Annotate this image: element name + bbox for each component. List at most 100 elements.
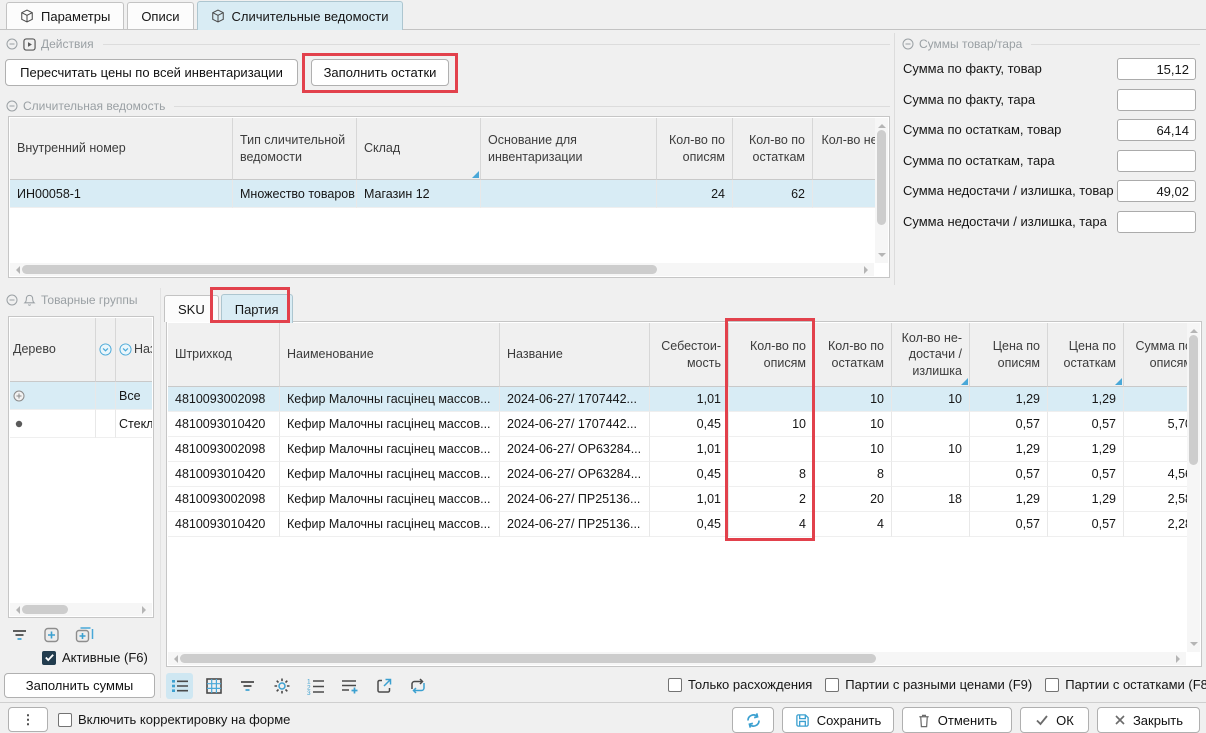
splitter[interactable]: [894, 33, 895, 285]
scroll-left-icon[interactable]: [170, 655, 178, 663]
detail-filter-checkbox-0[interactable]: Только расхождения: [668, 677, 812, 692]
scroll-thumb[interactable]: [1189, 335, 1198, 465]
tree-hscrollbar[interactable]: [10, 603, 152, 616]
scroll-thumb[interactable]: [22, 265, 657, 274]
statement-column-header[interactable]: Кол-во по описям: [657, 118, 733, 180]
refresh-button[interactable]: [732, 707, 774, 733]
detail-column-header[interactable]: Сумма по описям: [1124, 323, 1187, 387]
loop-toolbar-button[interactable]: [404, 673, 431, 699]
statement-hscrollbar[interactable]: [10, 263, 874, 276]
statement-column-header[interactable]: Кол-во по остаткам: [733, 118, 813, 180]
fill-remainders-button[interactable]: Заполнить остатки: [311, 59, 449, 86]
sum-field-input[interactable]: [1117, 150, 1196, 172]
collapse-icon[interactable]: [6, 38, 18, 50]
checkbox[interactable]: [668, 678, 682, 692]
statement-column-header[interactable]: Основание для инвентаризации: [481, 118, 657, 180]
detail-column-header[interactable]: Название: [500, 323, 650, 387]
statement-column-header[interactable]: Кол-во не-достачи / излишка: [813, 118, 875, 180]
gear-toolbar-button[interactable]: [268, 673, 295, 699]
refresh-icon: [745, 712, 762, 729]
main-tab-1[interactable]: Описи: [127, 2, 193, 29]
tree-row[interactable]: Стекло: [10, 410, 152, 438]
splitter[interactable]: [160, 288, 161, 698]
scroll-thumb[interactable]: [877, 130, 886, 225]
detail-vscrollbar[interactable]: [1187, 323, 1200, 652]
tree-column-tree[interactable]: Дерево: [10, 318, 96, 382]
main-tab-2[interactable]: Сличительные ведомости: [197, 1, 403, 30]
close-button[interactable]: Закрыть: [1097, 707, 1200, 733]
detail-row[interactable]: 4810093010420Кефир Малочны гасцінец масс…: [168, 462, 1187, 487]
statement-vscrollbar[interactable]: [875, 118, 888, 263]
recalc-prices-button[interactable]: Пересчитать цены по всей инвентаризации: [5, 59, 298, 86]
tree-column-sort[interactable]: [96, 318, 116, 382]
tree-cell-toggle[interactable]: [10, 382, 96, 410]
filter-icon[interactable]: [10, 626, 29, 644]
checkbox[interactable]: [1045, 678, 1059, 692]
detail-row[interactable]: 4810093010420Кефир Малочны гасцінец масс…: [168, 412, 1187, 437]
detail-column-header[interactable]: Цена по остаткам: [1048, 323, 1124, 387]
detail-column-header[interactable]: Кол-во по остаткам: [814, 323, 892, 387]
fill-sums-button[interactable]: Заполнить суммы: [4, 673, 155, 698]
scroll-right-icon[interactable]: [1176, 655, 1184, 663]
statement-row[interactable]: ИН00058-1Множество товаровМагазин 122462…: [10, 180, 875, 208]
collapse-icon[interactable]: [6, 100, 18, 112]
listadd-toolbar-button[interactable]: [336, 673, 363, 699]
scroll-right-icon[interactable]: [142, 606, 150, 614]
menu-button[interactable]: ⋮: [8, 707, 48, 732]
checkbox[interactable]: [58, 713, 72, 727]
tree-cell-toggle[interactable]: [10, 410, 96, 438]
detail-column-header[interactable]: Цена по описям: [970, 323, 1048, 387]
detail-column-header[interactable]: Наименование: [280, 323, 500, 387]
detail-filter-checkbox-2[interactable]: Партии с остатками (F8): [1045, 677, 1206, 692]
numlist-toolbar-button[interactable]: 123: [302, 673, 329, 699]
scroll-down-icon[interactable]: [878, 253, 886, 261]
detail-column-header[interactable]: Кол-во по описям: [729, 323, 814, 387]
detail-row[interactable]: 4810093002098Кефир Малочны гасцінец масс…: [168, 487, 1187, 512]
checkbox[interactable]: [825, 678, 839, 692]
detail-column-header[interactable]: Штрихкод: [168, 323, 280, 387]
scroll-thumb[interactable]: [22, 605, 68, 614]
scroll-left-icon[interactable]: [12, 606, 20, 614]
scroll-left-icon[interactable]: [12, 266, 20, 274]
cancel-button[interactable]: Отменить: [902, 707, 1012, 733]
collapse-icon[interactable]: [6, 294, 18, 306]
detail-tab-1[interactable]: Партия: [221, 294, 293, 323]
tree-row[interactable]: Все: [10, 382, 152, 410]
expand-all-icon[interactable]: [74, 626, 95, 644]
detail-tab-0[interactable]: SKU: [164, 295, 219, 322]
statement-column-header[interactable]: Склад: [357, 118, 481, 180]
detail-hscrollbar[interactable]: [168, 652, 1186, 665]
adjust-on-form-checkbox[interactable]: Включить корректировку на форме: [58, 712, 290, 727]
play-icon[interactable]: [23, 38, 36, 51]
sum-field-input[interactable]: 64,14: [1117, 119, 1196, 141]
detail-row[interactable]: 4810093002098Кефир Малочны гасцінец масс…: [168, 387, 1187, 412]
sum-field-input[interactable]: 49,02: [1117, 180, 1196, 202]
sum-field-input[interactable]: 15,12: [1117, 58, 1196, 80]
detail-column-header[interactable]: Кол-во не-достачи / излишка: [892, 323, 970, 387]
detail-row[interactable]: 4810093010420Кефир Малочны гасцінец масс…: [168, 512, 1187, 537]
bell-icon[interactable]: [23, 294, 36, 307]
active-groups-checkbox[interactable]: Активные (F6): [42, 650, 148, 665]
detail-column-header[interactable]: Себестои-мость: [650, 323, 729, 387]
listview-toolbar-button[interactable]: [166, 673, 193, 699]
expand-node-icon[interactable]: [42, 626, 61, 644]
scroll-thumb[interactable]: [180, 654, 876, 663]
scroll-up-icon[interactable]: [878, 120, 886, 128]
statement-column-header[interactable]: Внутренний номер: [10, 118, 233, 180]
scroll-down-icon[interactable]: [1190, 642, 1198, 650]
tree-column-name[interactable]: Название: [116, 318, 152, 382]
ok-button[interactable]: ОК: [1020, 707, 1089, 733]
external-toolbar-button[interactable]: [370, 673, 397, 699]
statement-column-header[interactable]: Тип сличительной ведомости: [233, 118, 357, 180]
main-tab-0[interactable]: Параметры: [6, 2, 124, 29]
sum-field-input[interactable]: [1117, 89, 1196, 111]
detail-filter-checkbox-1[interactable]: Партии с разными ценами (F9): [825, 677, 1032, 692]
scroll-up-icon[interactable]: [1190, 325, 1198, 333]
gridview-toolbar-button[interactable]: [200, 673, 227, 699]
detail-row[interactable]: 4810093002098Кефир Малочны гасцінец масс…: [168, 437, 1187, 462]
scroll-right-icon[interactable]: [864, 266, 872, 274]
filter-toolbar-button[interactable]: [234, 673, 261, 699]
sum-field-input[interactable]: [1117, 211, 1196, 233]
save-button[interactable]: Сохранить: [782, 707, 894, 733]
checkbox[interactable]: [42, 651, 56, 665]
